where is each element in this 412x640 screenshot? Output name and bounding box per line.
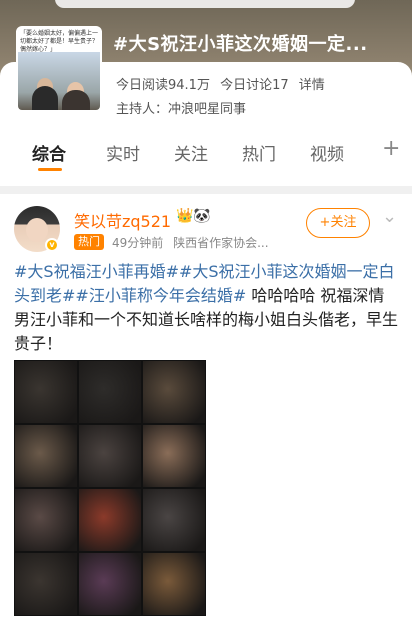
collage-photo xyxy=(15,361,77,423)
post-text: #大S祝福汪小菲再婚##大S祝汪小菲这次婚姻一定白头到老##汪小菲称今年会结婚#… xyxy=(14,260,400,356)
tab-comprehensive[interactable]: 综合 xyxy=(32,140,66,165)
post-location: 陕西省作家协会... xyxy=(173,236,269,250)
cover-photo xyxy=(18,52,100,110)
collage-photo xyxy=(143,425,205,487)
read-count: 今日阅读94.1万 xyxy=(116,78,210,93)
collage-photo xyxy=(79,553,141,615)
topic-title: #大S祝汪小菲这次婚姻一定... xyxy=(113,34,368,55)
collage-photo xyxy=(15,425,77,487)
discussion-count: 今日讨论17 xyxy=(220,78,289,93)
tab-bar: 综合 实时 关注 热门 视频 + xyxy=(0,136,412,176)
collage-photo xyxy=(79,425,141,487)
collage-photo xyxy=(15,489,77,551)
weibo-post: v 笑以苛zq521 👑🐼 热门 49分钟前 陕西省作家协会... +关注 ⌄ … xyxy=(0,194,412,640)
tab-hot[interactable]: 热门 xyxy=(242,140,276,165)
cover-caption: 「要么婚姻太好，偏偏遇上一切都太好了都是！早生贵子？偶然嫁心？」 xyxy=(18,28,100,53)
user-badges-icon: 👑🐼 xyxy=(176,208,211,224)
section-divider xyxy=(0,186,412,194)
collage-photo xyxy=(79,361,141,423)
collage-photo xyxy=(79,489,141,551)
post-image[interactable] xyxy=(14,360,206,616)
post-meta: 49分钟前 陕西省作家协会... xyxy=(112,234,269,251)
details-link[interactable]: 详情 xyxy=(299,78,325,93)
follow-button[interactable]: +关注 xyxy=(306,208,370,238)
tab-video[interactable]: 视频 xyxy=(310,140,344,165)
collage-photo xyxy=(143,361,205,423)
topic-cover-image[interactable]: 「要么婚姻太好，偏偏遇上一切都太好了都是！早生贵子？偶然嫁心？」 xyxy=(16,26,102,112)
tab-realtime[interactable]: 实时 xyxy=(106,140,140,165)
topic-page: 「要么婚姻太好，偏偏遇上一切都太好了都是！早生贵子？偶然嫁心？」 #大S祝汪小菲… xyxy=(0,0,412,640)
verified-badge-icon: v xyxy=(45,238,59,252)
active-tab-indicator xyxy=(38,168,62,171)
collage-photo xyxy=(15,553,77,615)
post-time: 49分钟前 xyxy=(112,236,164,250)
tab-following[interactable]: 关注 xyxy=(174,140,208,165)
post-username[interactable]: 笑以苛zq521 xyxy=(74,208,171,232)
collage-photo xyxy=(143,553,205,615)
collage-photo xyxy=(143,489,205,551)
hot-badge: 热门 xyxy=(74,234,104,250)
chevron-down-icon[interactable]: ⌄ xyxy=(382,206,397,227)
topic-stats: 今日阅读94.1万 今日讨论17 详情 xyxy=(116,74,331,93)
add-tab-icon[interactable]: + xyxy=(382,136,400,161)
search-pill[interactable] xyxy=(55,0,355,8)
topic-host[interactable]: 主持人：冲浪吧星同事 xyxy=(116,98,246,117)
